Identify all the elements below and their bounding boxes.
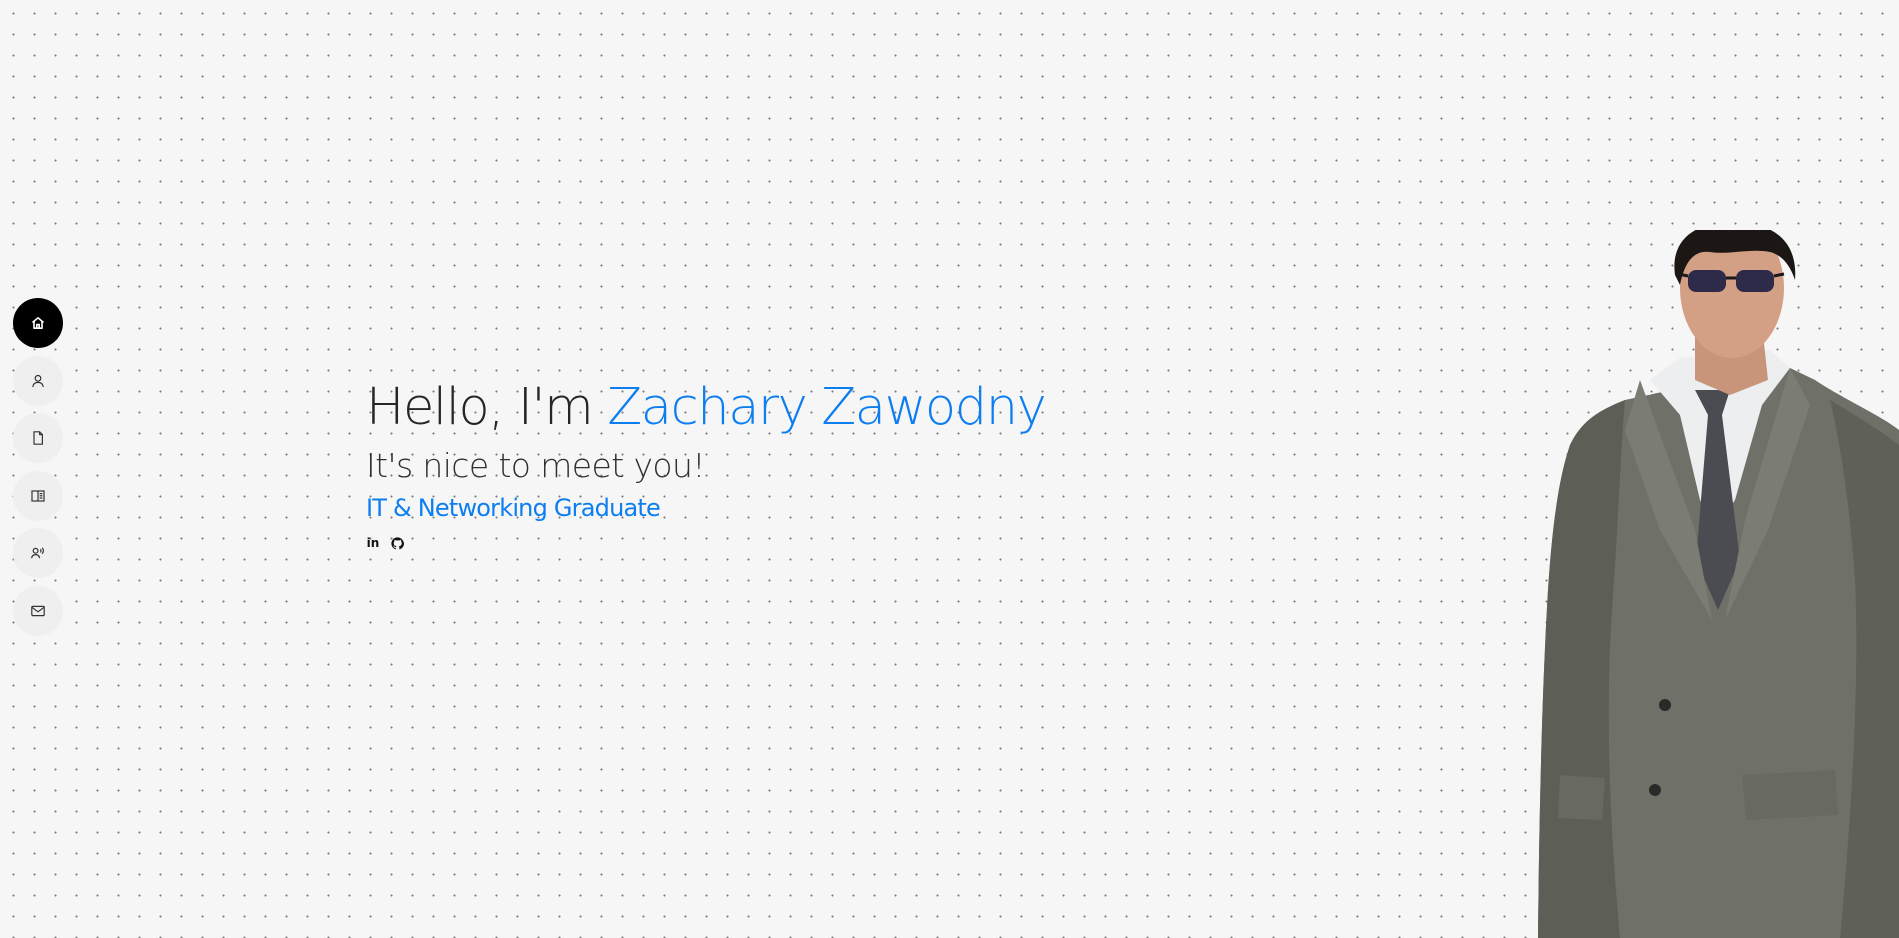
nav-portfolio-button[interactable] xyxy=(13,470,63,521)
portrait-pocket xyxy=(1742,770,1838,820)
file-icon xyxy=(33,431,43,445)
nav-about-button[interactable] xyxy=(13,355,63,406)
nav-resume-button[interactable] xyxy=(13,413,63,463)
hero: Hello, I'm Zachary Zawodny It's nice to … xyxy=(366,372,1047,550)
home-icon xyxy=(31,317,45,329)
user-icon xyxy=(32,374,44,387)
social-links: in xyxy=(366,536,1045,550)
book-icon xyxy=(31,489,45,502)
github-icon xyxy=(390,536,404,549)
hero-name: Zachary Zawodny xyxy=(607,378,1047,437)
hero-heading: Hello, I'm Zachary Zawodny xyxy=(366,372,1047,444)
portrait-button-top xyxy=(1659,699,1671,711)
github-link[interactable] xyxy=(390,536,404,550)
page: Hello, I'm Zachary Zawodny It's nice to … xyxy=(0,0,1899,938)
hero-greeting: Hello, I'm xyxy=(366,378,608,437)
linkedin-link[interactable]: in xyxy=(366,536,380,550)
side-nav xyxy=(13,298,63,636)
hero-role: IT & Networking Graduate xyxy=(366,494,661,522)
speaker-user-icon xyxy=(31,547,44,559)
hero-subtitle: It's nice to meet you! xyxy=(366,446,706,485)
portrait xyxy=(1538,230,1899,938)
mail-icon xyxy=(31,605,45,616)
portrait-pocket-left xyxy=(1558,775,1605,820)
nav-services-button[interactable] xyxy=(13,528,63,578)
nav-home-button[interactable] xyxy=(13,298,63,348)
nav-contact-button[interactable] xyxy=(13,585,63,636)
portrait-button-bottom xyxy=(1649,784,1661,796)
linkedin-icon: in xyxy=(366,536,380,550)
